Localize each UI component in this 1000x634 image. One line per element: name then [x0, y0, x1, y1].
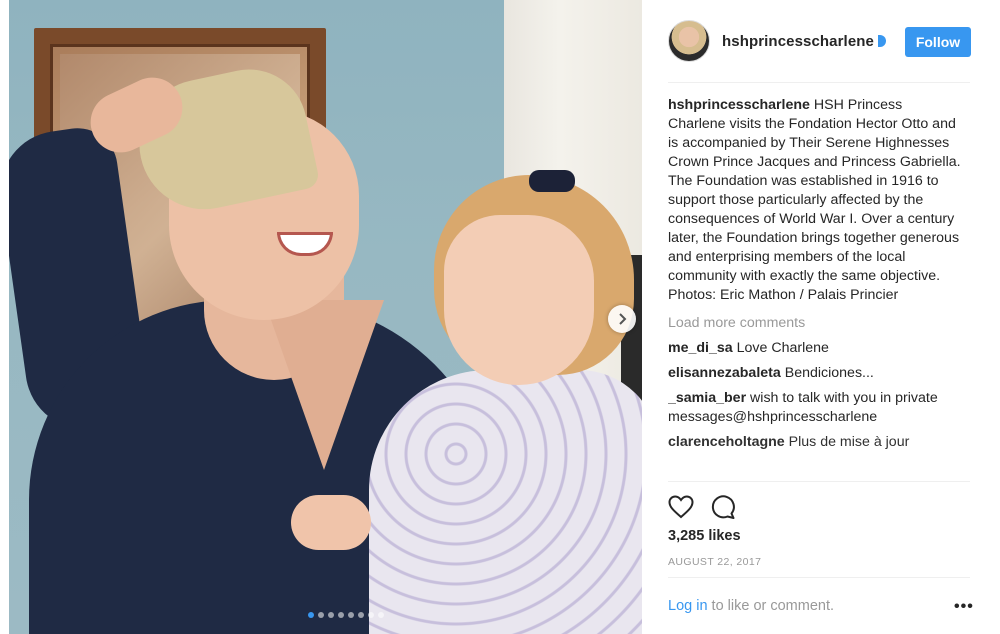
comment-username[interactable]: me_di_sa: [668, 340, 733, 356]
carousel-dot: [348, 612, 354, 618]
comment-item: _samia_ber wish to talk with you in priv…: [668, 389, 962, 427]
carousel-next-button[interactable]: [608, 305, 636, 333]
comment-item: elisannezabaleta Bendiciones...: [668, 364, 962, 383]
photo-child-dress: [369, 370, 642, 634]
comment-text: Bendiciones...: [784, 365, 874, 381]
carousel-dot: [378, 612, 384, 618]
instagram-post-modal: hshprincesscharlene Follow hshprincessch…: [0, 0, 1000, 634]
more-options-button[interactable]: •••: [954, 598, 974, 616]
photo-child-hand: [291, 495, 371, 550]
comments-fade: [668, 468, 962, 480]
login-prompt-text: to like or comment.: [707, 598, 835, 614]
heart-icon: [668, 495, 694, 519]
post-header: hshprincesscharlene Follow: [642, 0, 992, 82]
comment-item: clarenceholtagne Plus de mise à jour: [668, 433, 962, 452]
likes-count[interactable]: 3,285 likes: [668, 528, 741, 544]
post-actions: [668, 494, 736, 520]
comment-icon: [711, 495, 735, 519]
login-link[interactable]: Log in: [668, 598, 708, 614]
comment-text: Plus de mise à jour: [788, 434, 910, 450]
login-prompt: Log in to like or comment.: [668, 598, 834, 614]
like-button[interactable]: [668, 494, 694, 520]
header-username[interactable]: hshprincesscharlene: [722, 33, 874, 50]
verified-badge-icon: [877, 35, 886, 47]
post-date[interactable]: AUGUST 22, 2017: [668, 556, 761, 568]
load-more-comments-link[interactable]: Load more comments: [668, 314, 962, 333]
carousel-dot: [328, 612, 334, 618]
header-divider: [668, 82, 970, 83]
comment-username[interactable]: _samia_ber: [668, 390, 746, 406]
avatar[interactable]: [668, 20, 710, 62]
photo-woman-neckline: [264, 300, 384, 470]
comment-text: Love Charlene: [736, 340, 829, 356]
carousel-dot: [318, 612, 324, 618]
comment-button[interactable]: [710, 494, 736, 520]
post-caption: hshprincesscharlene HSH Princess Charlen…: [668, 96, 962, 305]
comment-username[interactable]: clarenceholtagne: [668, 434, 785, 450]
comment-username[interactable]: elisannezabaleta: [668, 365, 781, 381]
post-photo[interactable]: [9, 0, 642, 634]
photo-child-face: [444, 215, 594, 385]
follow-button[interactable]: Follow: [905, 27, 971, 57]
caption-text: HSH Princess Charlene visits the Fondati…: [668, 97, 961, 303]
carousel-dot: [368, 612, 374, 618]
carousel-dots: [308, 612, 384, 618]
chevron-right-icon: [619, 313, 627, 325]
carousel-dot: [358, 612, 364, 618]
carousel-dot: [308, 612, 314, 618]
comments-list[interactable]: hshprincesscharlene HSH Princess Charlen…: [668, 96, 962, 480]
actions-divider: [668, 481, 970, 482]
post-side-panel: hshprincesscharlene Follow hshprincessch…: [642, 0, 1000, 634]
footer-divider: [668, 577, 970, 578]
carousel-dot: [338, 612, 344, 618]
photo-child-bow: [529, 170, 575, 192]
caption-username[interactable]: hshprincesscharlene: [668, 97, 810, 113]
comment-item: me_di_sa Love Charlene: [668, 339, 962, 358]
